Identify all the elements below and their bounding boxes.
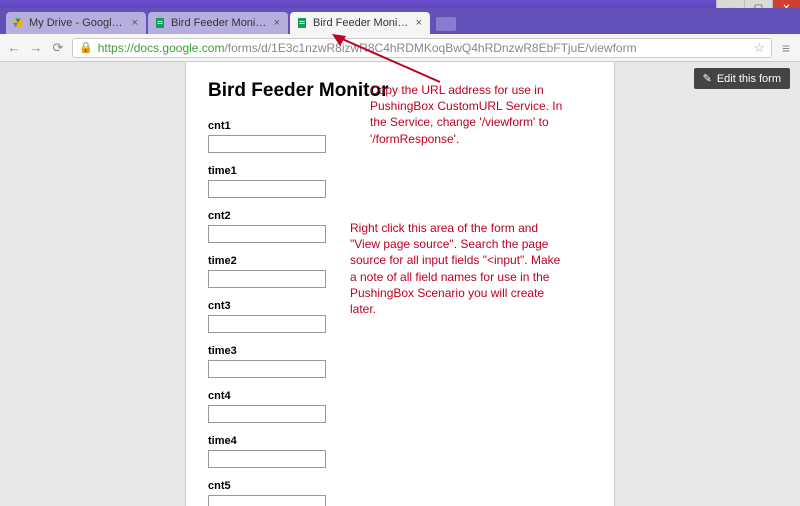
sheets-icon xyxy=(296,17,308,29)
cnt2-input[interactable] xyxy=(208,225,326,243)
cnt1-input[interactable] xyxy=(208,135,326,153)
tab-label: Bird Feeder Monitor xyxy=(313,17,409,29)
edit-form-label: Edit this form xyxy=(717,73,781,85)
tab-strip: My Drive - Google Drive × Bird Feeder Mo… xyxy=(0,8,800,34)
reload-button[interactable]: ⟳ xyxy=(50,40,66,56)
field-label: time4 xyxy=(208,435,592,447)
cnt3-input[interactable] xyxy=(208,315,326,333)
pencil-icon: ✎ xyxy=(703,72,712,85)
time4-input[interactable] xyxy=(208,450,326,468)
edit-this-form-button[interactable]: ✎ Edit this form xyxy=(694,68,790,89)
url-protocol: https:// xyxy=(98,41,134,55)
window-titlebar xyxy=(0,0,800,8)
time3-input[interactable] xyxy=(208,360,326,378)
time2-input[interactable] xyxy=(208,270,326,288)
cnt5-input[interactable] xyxy=(208,495,326,506)
tab-sheet[interactable]: Bird Feeder Monitor - Goo × xyxy=(148,12,288,34)
sheets-icon xyxy=(154,17,166,29)
url-path: /forms/d/1E3c1nzwR8izwR8C4hRDMKoqBwQ4hRD… xyxy=(224,41,636,55)
close-tab-icon[interactable]: × xyxy=(130,17,140,29)
close-tab-icon[interactable]: × xyxy=(272,17,282,29)
time1-input[interactable] xyxy=(208,180,326,198)
lock-icon: 🔒 xyxy=(79,41,93,54)
form-field: cnt4 xyxy=(208,390,592,423)
forward-button[interactable]: → xyxy=(28,40,44,56)
form-field: time1 xyxy=(208,165,592,198)
close-tab-icon[interactable]: × xyxy=(414,17,424,29)
annotation-source: Right click this area of the form and "V… xyxy=(350,220,570,317)
tab-label: My Drive - Google Drive xyxy=(29,17,125,29)
bookmark-star-icon[interactable]: ☆ xyxy=(753,40,765,56)
drive-icon xyxy=(12,17,24,29)
chrome-menu-button[interactable]: ≡ xyxy=(778,40,794,56)
field-label: cnt4 xyxy=(208,390,592,402)
new-tab-button[interactable] xyxy=(436,17,456,31)
tab-my-drive[interactable]: My Drive - Google Drive × xyxy=(6,12,146,34)
back-button[interactable]: ← xyxy=(6,40,22,56)
form-field: cnt5 xyxy=(208,480,592,506)
tab-form-active[interactable]: Bird Feeder Monitor × xyxy=(290,12,430,34)
field-label: time3 xyxy=(208,345,592,357)
tab-label: Bird Feeder Monitor - Goo xyxy=(171,17,267,29)
field-label: cnt5 xyxy=(208,480,592,492)
cnt4-input[interactable] xyxy=(208,405,326,423)
url-host: docs.google.com xyxy=(134,41,225,55)
form-field: time4 xyxy=(208,435,592,468)
field-label: time1 xyxy=(208,165,592,177)
url-text: https://docs.google.com/forms/d/1E3c1nzw… xyxy=(98,41,637,55)
form-field: time3 xyxy=(208,345,592,378)
url-input[interactable]: 🔒 https://docs.google.com/forms/d/1E3c1n… xyxy=(72,38,772,58)
annotation-url: Copy the URL address for use in PushingB… xyxy=(370,82,580,147)
address-bar: ← → ⟳ 🔒 https://docs.google.com/forms/d/… xyxy=(0,34,800,62)
